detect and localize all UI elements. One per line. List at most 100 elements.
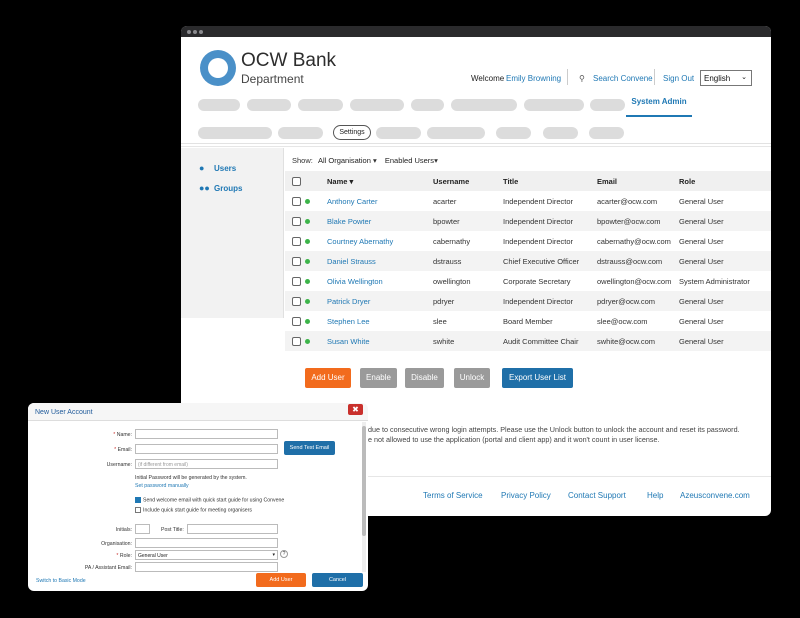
post-title-label: Post Title: <box>161 527 184 533</box>
send-test-email-button[interactable]: Send Test Email <box>284 441 335 455</box>
cell-name[interactable]: Susan White <box>327 331 433 351</box>
current-user-link[interactable]: Emily Browning <box>506 74 561 83</box>
user-icon: ● <box>199 163 205 173</box>
cell-name[interactable]: Blake Powter <box>327 211 433 231</box>
dialog-title: New User Account <box>35 409 93 416</box>
cell-email: slee@ocw.com <box>597 311 679 331</box>
subnav-tab[interactable] <box>427 127 485 139</box>
row-checkbox[interactable] <box>292 336 301 346</box>
cell-name[interactable]: Anthony Carter <box>327 191 433 211</box>
post-title-field[interactable] <box>187 524 278 534</box>
column-header-role[interactable]: Role <box>679 171 771 191</box>
checkbox-checked[interactable] <box>135 497 141 503</box>
dialog-add-user-button[interactable]: Add User <box>256 573 306 587</box>
column-header-username[interactable]: Username <box>433 171 503 191</box>
column-header-email[interactable]: Email <box>597 171 679 191</box>
table-row[interactable]: Courtney Abernathy cabernathy Independent … <box>285 231 771 251</box>
dialog-scrollbar[interactable] <box>362 422 366 572</box>
tab-settings[interactable]: Settings <box>333 125 371 140</box>
nav-tab[interactable] <box>590 99 625 111</box>
terms-link[interactable]: Terms of Service <box>423 491 483 500</box>
status-dot-icon <box>305 239 310 245</box>
organisation-filter[interactable]: All Organisation ▾ <box>318 156 377 165</box>
nav-tab[interactable] <box>451 99 517 111</box>
role-select[interactable]: General User ▾ <box>135 550 278 560</box>
checkbox[interactable] <box>135 507 141 513</box>
column-header-title[interactable]: Title <box>503 171 597 191</box>
nav-tab[interactable] <box>198 99 240 111</box>
email-field[interactable] <box>135 444 278 454</box>
cell-name[interactable]: Patrick Dryer <box>327 291 433 311</box>
title-bar <box>181 26 771 37</box>
table-row[interactable]: Blake Powter bpowter Independent Director b… <box>285 211 771 231</box>
pa-email-field[interactable] <box>135 562 278 572</box>
switch-basic-mode-link[interactable]: Switch to Basic Mode <box>36 578 86 584</box>
cell-email: cabernathy@ocw.com <box>597 231 679 251</box>
cell-name[interactable]: Stephen Lee <box>327 311 433 331</box>
organisation-field[interactable] <box>135 538 278 548</box>
sidebar-item-users[interactable]: ● Users <box>199 163 236 173</box>
subnav-tab[interactable] <box>198 127 272 139</box>
unlock-button[interactable]: Unlock <box>454 368 490 388</box>
sidebar-item-groups[interactable]: ●● Groups <box>199 183 242 193</box>
chevron-down-icon: ▾ <box>272 552 275 558</box>
table-row[interactable]: Olivia Wellington owellington Corporate Se… <box>285 271 771 291</box>
support-link[interactable]: Contact Support <box>568 491 626 500</box>
search-icon[interactable]: ⚲ <box>579 74 585 83</box>
nav-tab[interactable] <box>298 99 343 111</box>
row-checkbox[interactable] <box>292 216 301 226</box>
admin-sidebar: ● Users ●● Groups <box>181 148 284 318</box>
cell-username: bpowter <box>433 211 503 231</box>
privacy-link[interactable]: Privacy Policy <box>501 491 551 500</box>
subnav-tab[interactable] <box>496 127 531 139</box>
nav-tab[interactable] <box>350 99 404 111</box>
enable-button[interactable]: Enable <box>360 368 397 388</box>
cell-name[interactable]: Courtney Abernathy <box>327 231 433 251</box>
column-header-name[interactable]: Name ▾ <box>327 171 433 191</box>
subnav-tab[interactable] <box>543 127 578 139</box>
table-row[interactable]: Anthony Carter acarter Independent Directo… <box>285 191 771 211</box>
nav-tab[interactable] <box>524 99 584 111</box>
cell-role: General User <box>679 311 771 331</box>
nav-tab[interactable] <box>247 99 291 111</box>
sub-navigation: Settings <box>181 119 771 147</box>
table-row[interactable]: Stephen Lee slee Board Member slee@ocw.com G… <box>285 311 771 331</box>
row-checkbox[interactable] <box>292 196 301 206</box>
username-field[interactable]: (if different from email) <box>135 459 278 469</box>
row-checkbox[interactable] <box>292 276 301 286</box>
table-row[interactable]: Patrick Dryer pdryer Independent Director p… <box>285 291 771 311</box>
sign-out-link[interactable]: Sign Out <box>663 74 694 83</box>
set-password-link[interactable]: Set password manually <box>135 483 189 489</box>
close-icon[interactable]: ✖ <box>348 404 363 415</box>
table-row[interactable]: Susan White swhite Audit Committee Chair sw… <box>285 331 771 351</box>
cell-name[interactable]: Olivia Wellington <box>327 271 433 291</box>
search-link[interactable]: Search Convene <box>593 74 653 83</box>
cell-name[interactable]: Daniel Strauss <box>327 251 433 271</box>
help-link[interactable]: Help <box>647 491 663 500</box>
row-checkbox[interactable] <box>292 296 301 306</box>
subnav-tab[interactable] <box>376 127 421 139</box>
subnav-tab[interactable] <box>589 127 624 139</box>
export-user-list-button[interactable]: Export User List <box>502 368 573 388</box>
subnav-tab[interactable] <box>278 127 323 139</box>
disable-button[interactable]: Disable <box>405 368 444 388</box>
language-select[interactable]: English ⌄ <box>700 70 752 86</box>
status-filter[interactable]: Enabled Users▾ <box>385 156 438 165</box>
table-row[interactable]: Daniel Strauss dstrauss Chief Executive Of… <box>285 251 771 271</box>
row-checkbox[interactable] <box>292 256 301 266</box>
add-user-button[interactable]: Add User <box>305 368 351 388</box>
welcome-email-option[interactable]: Send welcome email with quick start guid… <box>135 497 284 503</box>
quick-start-option[interactable]: Include quick start guide for meeting or… <box>135 507 252 513</box>
site-link[interactable]: Azeusconvene.com <box>680 491 750 500</box>
help-icon[interactable]: ? <box>280 550 288 558</box>
select-all-checkbox[interactable] <box>292 176 301 186</box>
nav-tab[interactable] <box>411 99 444 111</box>
row-checkbox[interactable] <box>292 236 301 246</box>
dialog-cancel-button[interactable]: Cancel <box>312 573 363 587</box>
cell-username: dstrauss <box>433 251 503 271</box>
initials-field[interactable] <box>135 524 150 534</box>
brand-department: Department <box>241 72 304 86</box>
row-checkbox[interactable] <box>292 316 301 326</box>
tab-system-admin[interactable]: System Admin <box>626 97 692 106</box>
name-field[interactable] <box>135 429 278 439</box>
